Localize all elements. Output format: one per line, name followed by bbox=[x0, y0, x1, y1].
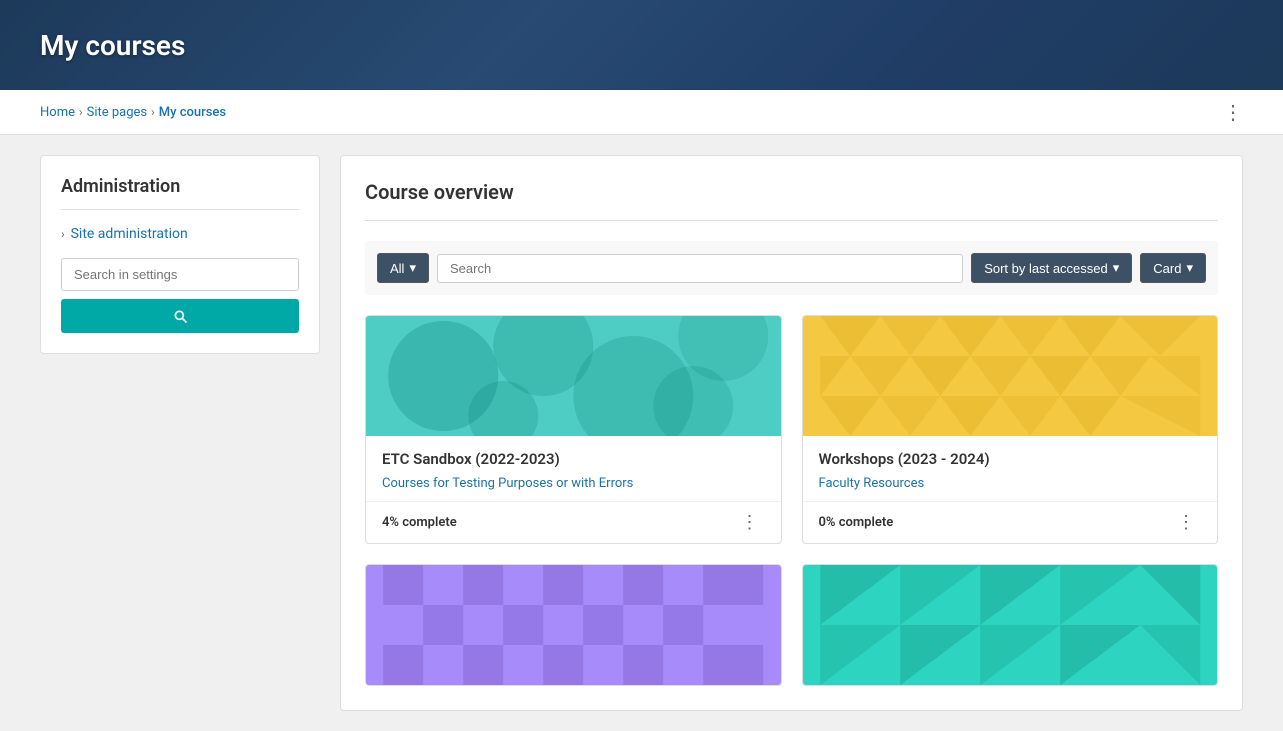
breadcrumb-bar: Home › Site pages › My courses ⋮ bbox=[0, 90, 1283, 135]
course-search-input[interactable] bbox=[437, 254, 963, 283]
course-menu-workshops[interactable]: ⋮ bbox=[1171, 510, 1201, 535]
purple-pattern bbox=[366, 565, 781, 685]
course-card-body: ETC Sandbox (2022-2023) Courses for Test… bbox=[366, 436, 781, 501]
breadcrumb-home[interactable]: Home bbox=[40, 105, 75, 120]
course-card-image-teal bbox=[366, 316, 781, 436]
search-settings-input[interactable] bbox=[61, 258, 299, 291]
course-progress-workshops: 0% complete bbox=[819, 515, 894, 530]
courses-grid: ETC Sandbox (2022-2023) Courses for Test… bbox=[365, 315, 1218, 686]
all-filter-label: All bbox=[390, 261, 404, 276]
page-header: My courses bbox=[0, 0, 1283, 90]
breadcrumb: Home › Site pages › My courses bbox=[40, 105, 226, 120]
course-card-4 bbox=[802, 564, 1219, 686]
view-button[interactable]: Card ▾ bbox=[1140, 253, 1206, 283]
course-menu-etc[interactable]: ⋮ bbox=[735, 510, 765, 535]
sidebar-title: Administration bbox=[61, 176, 299, 210]
section-title: Course overview bbox=[365, 180, 1218, 221]
sort-label: Sort by last accessed bbox=[984, 261, 1108, 276]
search-settings-button[interactable] bbox=[61, 299, 299, 333]
search-icon bbox=[172, 308, 188, 324]
course-card-body-workshops: Workshops (2023 - 2024) Faculty Resource… bbox=[803, 436, 1218, 501]
sidebar: Administration › Site administration bbox=[40, 155, 320, 711]
sort-button[interactable]: Sort by last accessed ▾ bbox=[971, 253, 1132, 283]
course-progress-etc: 4% complete bbox=[382, 515, 457, 530]
teal-pattern bbox=[366, 316, 781, 436]
main-content: Administration › Site administration Cou… bbox=[0, 135, 1283, 731]
course-subtitle-etc[interactable]: Courses for Testing Purposes or with Err… bbox=[382, 476, 633, 491]
page-more-options-button[interactable]: ⋮ bbox=[1223, 100, 1243, 124]
filter-bar: All ▾ Sort by last accessed ▾ Card ▾ bbox=[365, 241, 1218, 295]
course-card-workshops: Workshops (2023 - 2024) Faculty Resource… bbox=[802, 315, 1219, 544]
breadcrumb-site-pages[interactable]: Site pages bbox=[87, 105, 148, 120]
view-arrow-icon: ▾ bbox=[1186, 260, 1193, 276]
site-administration-label: Site administration bbox=[71, 226, 188, 242]
all-filter-button[interactable]: All ▾ bbox=[377, 253, 429, 283]
course-overview-section: Course overview All ▾ Sort by last acces… bbox=[340, 155, 1243, 711]
breadcrumb-sep-1: › bbox=[79, 105, 83, 119]
green-pattern bbox=[803, 565, 1218, 685]
course-card-footer-workshops: 0% complete ⋮ bbox=[803, 501, 1218, 543]
course-card-image-purple bbox=[366, 565, 781, 685]
site-administration-link[interactable]: › Site administration bbox=[61, 226, 299, 242]
course-subtitle-workshops[interactable]: Faculty Resources bbox=[819, 476, 925, 491]
course-card-footer: 4% complete ⋮ bbox=[366, 501, 781, 543]
chevron-right-icon: › bbox=[61, 227, 65, 241]
breadcrumb-current: My courses bbox=[159, 105, 226, 120]
sort-arrow-icon: ▾ bbox=[1113, 260, 1120, 276]
course-card-3 bbox=[365, 564, 782, 686]
course-title-etc: ETC Sandbox (2022-2023) bbox=[382, 450, 765, 468]
administration-panel: Administration › Site administration bbox=[40, 155, 320, 354]
course-card-image-green bbox=[803, 565, 1218, 685]
breadcrumb-sep-2: › bbox=[151, 105, 155, 119]
all-filter-arrow-icon: ▾ bbox=[409, 260, 416, 276]
page-title: My courses bbox=[40, 29, 185, 62]
yellow-pattern bbox=[803, 316, 1218, 436]
course-card-image-yellow bbox=[803, 316, 1218, 436]
course-card-etc-sandbox: ETC Sandbox (2022-2023) Courses for Test… bbox=[365, 315, 782, 544]
view-label: Card bbox=[1153, 261, 1181, 276]
course-title-workshops: Workshops (2023 - 2024) bbox=[819, 450, 1202, 468]
